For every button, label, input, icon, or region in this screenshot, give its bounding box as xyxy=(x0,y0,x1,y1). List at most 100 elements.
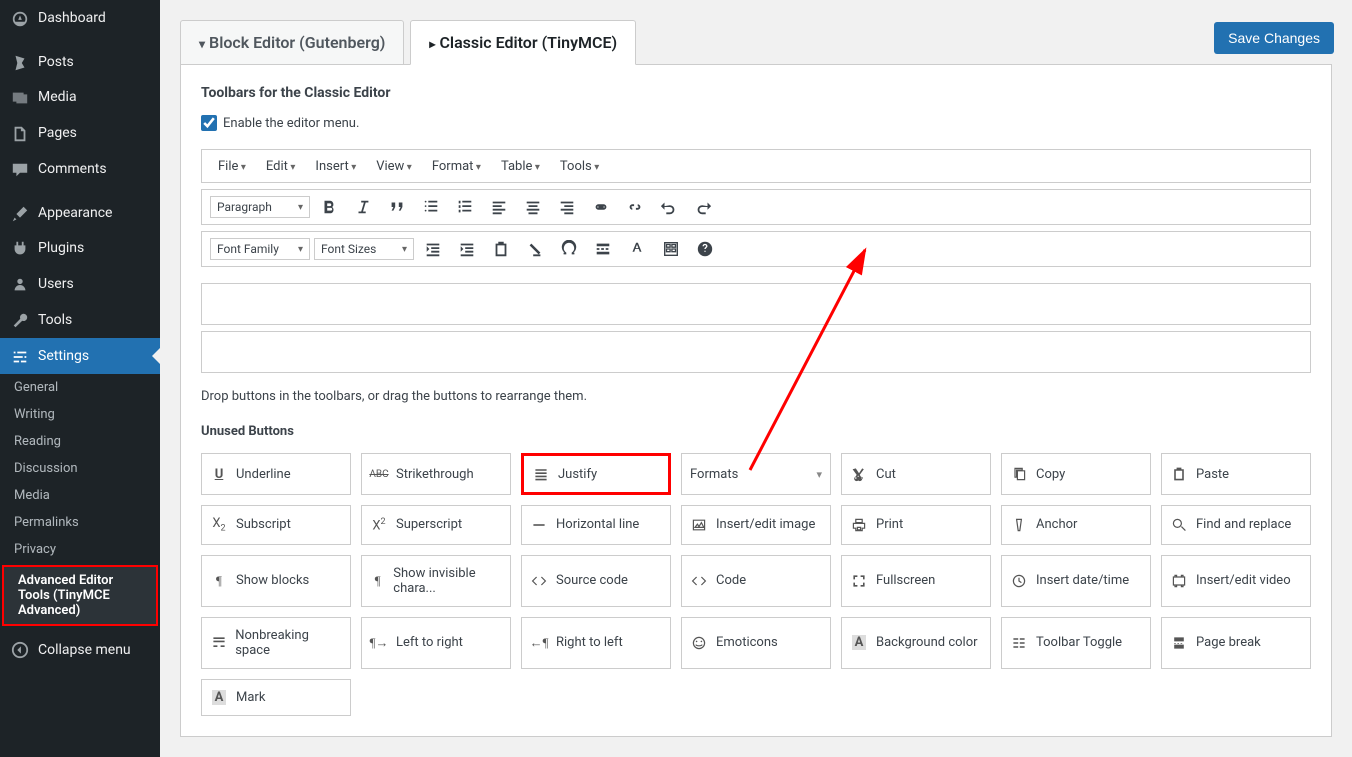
button-label: Left to right xyxy=(396,635,463,650)
bold-icon[interactable] xyxy=(314,194,344,220)
unused-button-showblocks[interactable]: ¶Show blocks xyxy=(201,555,351,607)
unlink-icon[interactable] xyxy=(620,194,650,220)
drop-hint: Drop buttons in the toolbars, or drag th… xyxy=(201,389,1311,404)
sidebar-item-settings[interactable]: Settings xyxy=(0,338,160,374)
button-label: Print xyxy=(876,517,903,532)
ltr-icon: ¶→ xyxy=(370,635,388,651)
sidebar-item-users[interactable]: Users xyxy=(0,266,160,302)
unused-button-justify[interactable]: Justify xyxy=(521,453,671,495)
italic-icon[interactable] xyxy=(348,194,378,220)
sub-item-reading[interactable]: Reading xyxy=(0,428,160,455)
sidebar-item-appearance[interactable]: Appearance xyxy=(0,195,160,231)
save-button[interactable]: Save Changes xyxy=(1214,22,1334,54)
unused-button-code[interactable]: Code xyxy=(681,555,831,607)
unused-button-mark[interactable]: AMark xyxy=(201,679,351,716)
sub-item-privacy[interactable]: Privacy xyxy=(0,536,160,563)
sidebar-item-tools[interactable]: Tools xyxy=(0,302,160,338)
toolbar-row-4[interactable] xyxy=(201,331,1311,373)
menu-table[interactable]: Table xyxy=(493,155,548,178)
menu-file[interactable]: File xyxy=(210,155,254,178)
sidebar-item-media[interactable]: Media xyxy=(0,80,160,116)
outdent-icon[interactable] xyxy=(418,236,448,262)
button-label: Find and replace xyxy=(1196,517,1291,532)
unused-button-toolbartoggle[interactable]: Toolbar Toggle xyxy=(1001,617,1151,669)
font-family-select[interactable]: Font Family xyxy=(210,238,310,260)
menu-insert[interactable]: Insert xyxy=(307,155,364,178)
sliders-icon xyxy=(10,346,30,366)
unused-button-fullscreen[interactable]: Fullscreen xyxy=(841,555,991,607)
unused-button-subscript[interactable]: X2Subscript xyxy=(201,505,351,545)
toolbar-row-2[interactable]: Font Family Font Sizes xyxy=(201,231,1311,267)
sub-item-advanced-editor-tools[interactable]: Advanced Editor Tools (TinyMCE Advanced) xyxy=(2,565,158,626)
table-icon[interactable] xyxy=(656,236,686,262)
unused-button-pagebreak[interactable]: Page break xyxy=(1161,617,1311,669)
unused-button-strikethrough[interactable]: ABCStrikethrough xyxy=(361,453,511,495)
sidebar-item-posts[interactable]: Posts xyxy=(0,44,160,80)
unused-button-showinvisible[interactable]: ¶Show invisible chara... xyxy=(361,555,511,607)
unused-button-cut[interactable]: Cut xyxy=(841,453,991,495)
unused-button-ltr[interactable]: ¶→ Left to right xyxy=(361,617,511,669)
unused-button-print[interactable]: Print xyxy=(841,505,991,545)
unused-button-nbsp[interactable]: Nonbreaking space xyxy=(201,617,351,669)
unused-button-emoticons[interactable]: Emoticons xyxy=(681,617,831,669)
unused-button-paste[interactable]: Paste xyxy=(1161,453,1311,495)
menu-view[interactable]: View xyxy=(368,155,420,178)
sub-item-media[interactable]: Media xyxy=(0,482,160,509)
bullet-list-icon[interactable] xyxy=(416,194,446,220)
format-select[interactable]: Paragraph xyxy=(210,196,310,218)
button-label: Source code xyxy=(556,573,628,588)
menu-format[interactable]: Format xyxy=(424,155,489,178)
unused-button-bgcolor[interactable]: ABackground color xyxy=(841,617,991,669)
paste-icon[interactable] xyxy=(486,236,516,262)
clear-format-icon[interactable] xyxy=(520,236,550,262)
quote-icon[interactable] xyxy=(382,194,412,220)
sub-item-permalinks[interactable]: Permalinks xyxy=(0,509,160,536)
sidebar-item-dashboard[interactable]: Dashboard xyxy=(0,0,160,36)
tab-classic-editor[interactable]: ▸Classic Editor (TinyMCE) xyxy=(410,20,636,65)
button-label: Anchor xyxy=(1036,517,1077,532)
unused-button-anchor[interactable]: Anchor xyxy=(1001,505,1151,545)
unused-button-hr[interactable]: Horizontal line xyxy=(521,505,671,545)
sub-item-writing[interactable]: Writing xyxy=(0,401,160,428)
print-icon xyxy=(850,517,868,533)
align-left-icon[interactable] xyxy=(484,194,514,220)
link-icon[interactable] xyxy=(586,194,616,220)
sidebar-item-pages[interactable]: Pages xyxy=(0,115,160,151)
sub-item-discussion[interactable]: Discussion xyxy=(0,455,160,482)
unused-button-copy[interactable]: Copy xyxy=(1001,453,1151,495)
font-sizes-select[interactable]: Font Sizes xyxy=(314,238,414,260)
unused-button-findreplace[interactable]: Find and replace xyxy=(1161,505,1311,545)
toolbar-row-3[interactable] xyxy=(201,283,1311,325)
collapse-menu[interactable]: Collapse menu xyxy=(0,632,160,668)
read-more-icon[interactable] xyxy=(588,236,618,262)
indent-icon[interactable] xyxy=(452,236,482,262)
align-center-icon[interactable] xyxy=(518,194,548,220)
numbered-list-icon[interactable] xyxy=(450,194,480,220)
redo-icon[interactable] xyxy=(688,194,718,220)
unused-button-insertdate[interactable]: Insert date/time xyxy=(1001,555,1151,607)
unused-button-sourcecode[interactable]: Source code xyxy=(521,555,671,607)
align-right-icon[interactable] xyxy=(552,194,582,220)
undo-icon[interactable] xyxy=(654,194,684,220)
text-color-icon[interactable] xyxy=(622,236,652,262)
sidebar-item-plugins[interactable]: Plugins xyxy=(0,231,160,267)
unused-button-image[interactable]: Insert/edit image xyxy=(681,505,831,545)
plug-icon xyxy=(10,239,30,259)
strikethrough-icon: ABC xyxy=(370,469,388,480)
unused-button-rtl[interactable]: ←¶Right to left xyxy=(521,617,671,669)
enable-menu-checkbox[interactable] xyxy=(201,115,217,131)
menu-edit[interactable]: Edit xyxy=(258,155,304,178)
unused-button-formats[interactable]: Formats xyxy=(681,453,831,495)
unused-buttons-title: Unused Buttons xyxy=(201,424,1311,439)
help-icon[interactable] xyxy=(690,236,720,262)
button-label: Show invisible chara... xyxy=(393,566,502,596)
unused-button-insertvideo[interactable]: Insert/edit video xyxy=(1161,555,1311,607)
tab-block-editor[interactable]: ▾Block Editor (Gutenberg) xyxy=(180,20,404,65)
sidebar-item-comments[interactable]: Comments xyxy=(0,151,160,187)
unused-button-superscript[interactable]: X2Superscript xyxy=(361,505,511,545)
sub-item-general[interactable]: General xyxy=(0,374,160,401)
menu-tools[interactable]: Tools xyxy=(552,155,607,178)
special-char-icon[interactable] xyxy=(554,236,584,262)
unused-button-underline[interactable]: UUnderline xyxy=(201,453,351,495)
toolbar-row-1[interactable]: Paragraph xyxy=(201,189,1311,225)
